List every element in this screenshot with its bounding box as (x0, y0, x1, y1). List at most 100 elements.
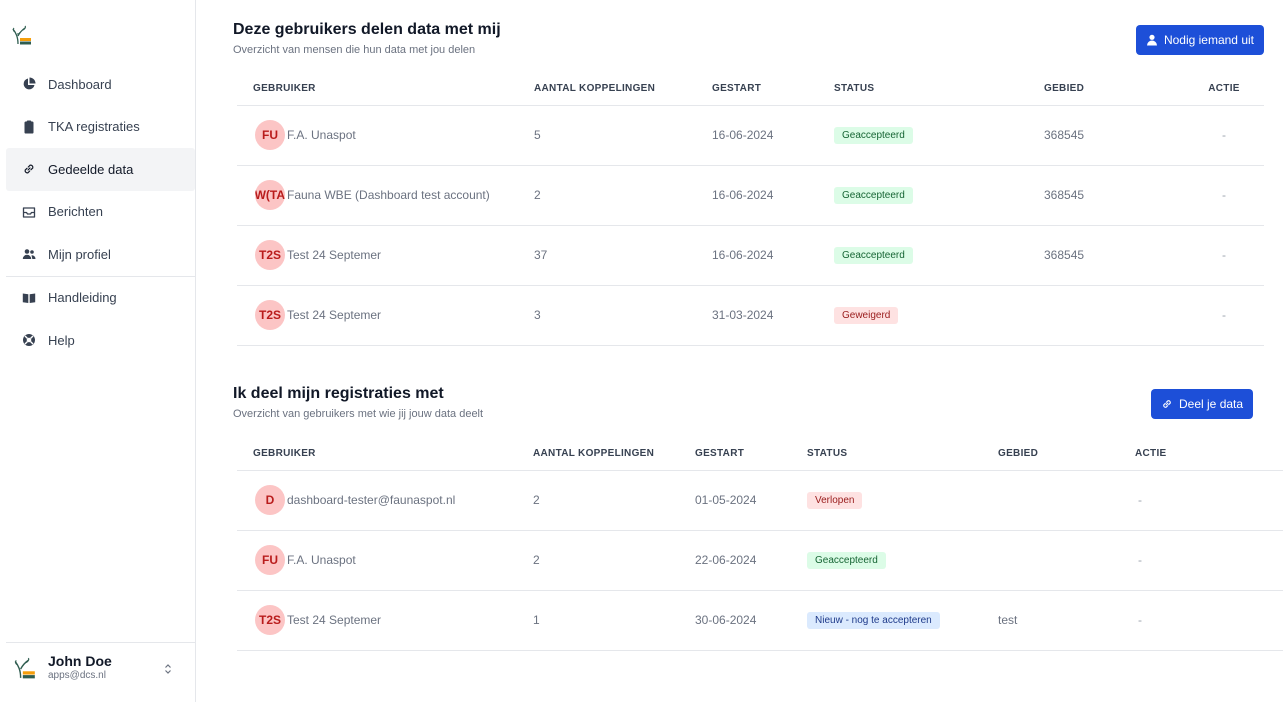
user-icon (1146, 34, 1157, 46)
start-date: 16-06-2024 (712, 225, 834, 286)
lifebuoy-icon (22, 333, 36, 347)
fauna-spot-logo (14, 657, 35, 678)
invite-button-label: Nodig iemand uit (1163, 33, 1254, 47)
avatar: D (255, 485, 285, 515)
action[interactable]: - (1184, 285, 1264, 346)
shared-by-me-table: GEBRUIKER AANTAL KOPPELINGEN GESTART STA… (237, 438, 1283, 651)
action[interactable]: - (1184, 105, 1264, 166)
section-subtitle: Overzicht van mensen die hun data met jo… (233, 44, 476, 56)
column-header: GEBIED (998, 438, 1128, 471)
link-count: 5 (534, 105, 712, 166)
status-badge: Geaccepteerd (834, 186, 913, 204)
avatar: T2S (255, 240, 285, 270)
table-row[interactable]: T2S Test 24 Septemer 37 16-06-2024 Geacce… (237, 225, 1264, 286)
user-email: apps@dcs.nl (48, 669, 106, 681)
action[interactable]: - (1128, 470, 1283, 531)
start-date: 22-06-2024 (695, 530, 807, 591)
section-subtitle: Overzicht van gebruikers met wie jij jou… (233, 408, 484, 420)
sidebar-item-help[interactable]: Help (6, 319, 195, 362)
pie-chart-icon (22, 77, 36, 91)
invite-button[interactable]: Nodig iemand uit (1135, 25, 1264, 55)
link-count: 3 (534, 285, 712, 346)
user-name: Test 24 Septemer (287, 248, 382, 262)
action[interactable]: - (1184, 225, 1264, 286)
sidebar-item-label: TKA registraties (48, 119, 140, 135)
fauna-spot-logo[interactable] (12, 24, 32, 46)
user-name: Test 24 Septemer (287, 308, 382, 322)
table-row[interactable]: Ddashboard-tester@faunaspot.nl 2 01-05-2… (237, 470, 1283, 531)
sidebar-item-label: Dashboard (48, 76, 112, 92)
sidebar-nav: Dashboard TKA registraties Gedeelde data… (0, 63, 196, 362)
status-badge: Nieuw - nog te accepteren (807, 611, 940, 629)
column-header: GESTART (695, 438, 807, 471)
avatar: FU (255, 545, 285, 575)
sidebar: Dashboard TKA registraties Gedeelde data… (0, 0, 196, 702)
link-count: 2 (533, 530, 695, 591)
sidebar-item-berichten[interactable]: Berichten (6, 191, 195, 234)
column-header: GEBRUIKER (237, 438, 533, 471)
sidebar-item-dashboard[interactable]: Dashboard (6, 63, 195, 106)
users-icon (22, 247, 36, 261)
link-icon (1163, 400, 1171, 408)
area (1044, 285, 1184, 346)
link-count: 37 (534, 225, 712, 286)
column-header: ACTIE (1184, 73, 1264, 106)
action[interactable]: - (1128, 590, 1283, 651)
table-row[interactable]: T2S Test 24 Septemer 1 30-06-2024 Nieuw -… (237, 590, 1283, 651)
sidebar-item-tka-registraties[interactable]: TKA registraties (6, 106, 195, 149)
share-data-button-label: Deel je data (1179, 397, 1244, 411)
section-title: Deze gebruikers delen data met mij (233, 21, 501, 38)
sidebar-item-mijn-profiel[interactable]: Mijn profiel (6, 233, 195, 276)
action[interactable]: - (1128, 530, 1283, 591)
area (998, 530, 1128, 591)
sidebar-item-handleiding[interactable]: Handleiding (6, 277, 195, 320)
shared-with-me-table: GEBRUIKER AANTAL KOPPELINGEN GESTART STA… (237, 73, 1264, 346)
avatar: T2S (255, 605, 285, 635)
action[interactable]: - (1184, 165, 1264, 226)
column-header: ACTIE (1128, 438, 1283, 471)
table-header-row: GEBRUIKER AANTAL KOPPELINGEN GESTART STA… (237, 438, 1283, 471)
column-header: GEBIED (1044, 73, 1184, 106)
column-header: AANTAL KOPPELINGEN (533, 438, 695, 471)
status-badge: Geweigerd (834, 306, 899, 324)
column-header: STATUS (807, 438, 998, 471)
column-header: AANTAL KOPPELINGEN (534, 73, 712, 106)
table-row[interactable]: FU F.A. Unaspot 2 22-06-2024 Geaccepteerd… (237, 530, 1283, 591)
avatar: FU (255, 120, 285, 150)
user-name: F.A. Unaspot (287, 553, 356, 567)
user-menu[interactable]: John Doe apps@dcs.nl (6, 642, 195, 692)
column-header: GEBRUIKER (237, 73, 534, 106)
link-count: 1 (533, 590, 695, 651)
sidebar-item-label: Handleiding (48, 290, 117, 306)
start-date: 30-06-2024 (695, 590, 807, 651)
table-row[interactable]: FW(TAFauna WBE (Dashboard test account) … (237, 165, 1264, 226)
area: test (998, 590, 1128, 651)
start-date: 31-03-2024 (712, 285, 834, 346)
start-date: 01-05-2024 (695, 470, 807, 531)
user-name: Test 24 Septemer (287, 613, 382, 627)
sidebar-item-label: Help (48, 332, 75, 348)
book-icon (22, 291, 36, 305)
area: 368545 (1044, 105, 1184, 166)
sidebar-item-label: Mijn profiel (48, 246, 111, 262)
status-badge: Geaccepteerd (834, 246, 913, 264)
inbox-icon (22, 205, 36, 219)
share-data-button[interactable]: Deel je data (1151, 389, 1254, 419)
link-count: 2 (533, 470, 695, 531)
table-row[interactable]: T2S Test 24 Septemer 3 31-03-2024 Geweige… (237, 285, 1264, 346)
area: 368545 (1044, 165, 1184, 226)
shared-with-me-section: Deze gebruikers delen data met mij Overz… (233, 20, 1264, 346)
link-icon (22, 162, 36, 176)
start-date: 16-06-2024 (712, 165, 834, 226)
section-title: Ik deel mijn registraties met (233, 385, 444, 402)
column-header: GESTART (712, 73, 834, 106)
sidebar-item-label: Berichten (48, 204, 103, 220)
sidebar-item-label: Gedeelde data (48, 161, 134, 177)
table-row[interactable]: FU F.A. Unaspot 5 16-06-2024 Geaccepteerd… (237, 105, 1264, 166)
table-header-row: GEBRUIKER AANTAL KOPPELINGEN GESTART STA… (237, 73, 1264, 106)
user-name: John Doe (48, 652, 112, 669)
avatar: T2S (255, 300, 285, 330)
avatar: FW(TA (255, 180, 285, 210)
sidebar-item-gedeelde-data[interactable]: Gedeelde data (6, 148, 195, 191)
user-name: F.A. Unaspot (287, 128, 356, 142)
